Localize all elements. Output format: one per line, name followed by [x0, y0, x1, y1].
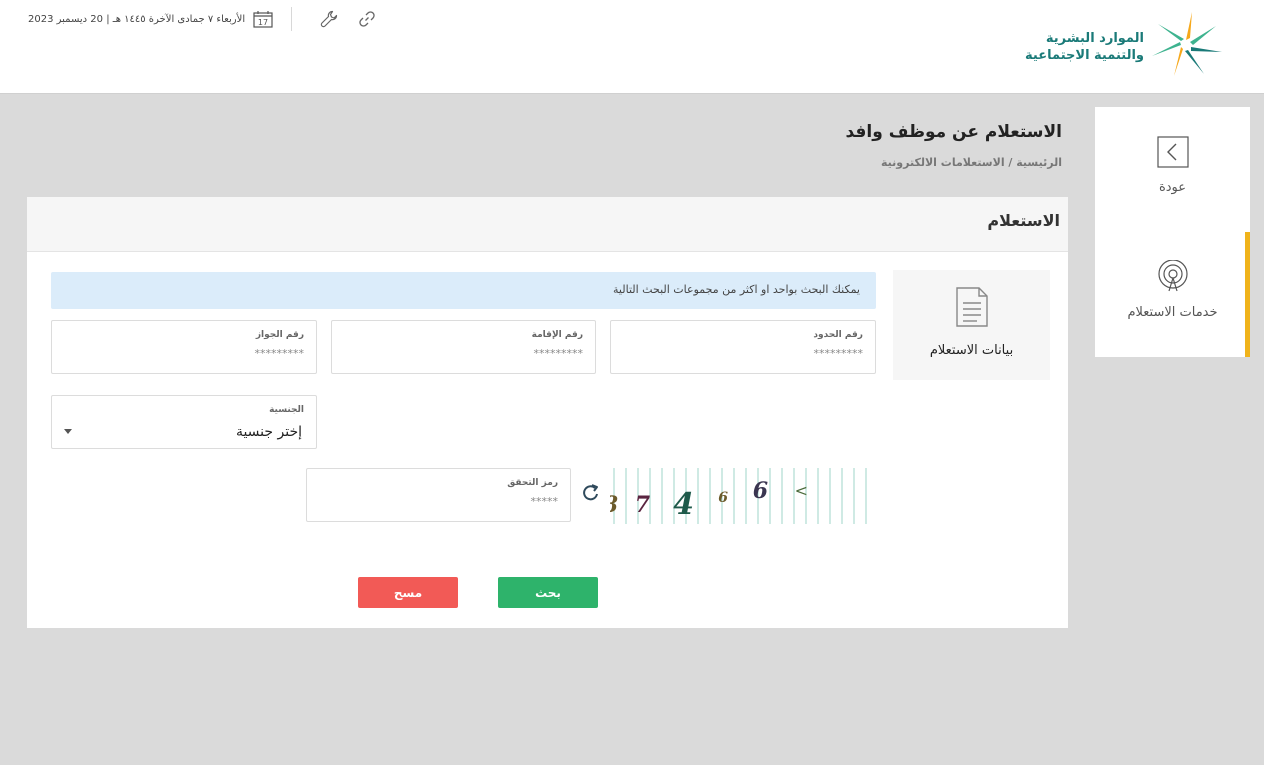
captcha-char: 4 — [673, 487, 694, 522]
card-title: الاستعلام — [987, 211, 1060, 230]
border-number-input[interactable] — [643, 347, 863, 360]
back-label: عودة — [1158, 180, 1187, 195]
nationality-label: الجنسية — [269, 405, 304, 415]
logo-line-2: والتنمية الاجتماعية — [1025, 48, 1144, 63]
document-icon — [956, 287, 988, 327]
captcha-char: > — [795, 481, 808, 500]
wrench-icon[interactable] — [320, 10, 338, 28]
notice-text: يمكنك البحث بواحد او اكثر من مجموعات الب… — [613, 283, 860, 296]
passport-number-field[interactable]: رقم الجواز — [51, 320, 317, 374]
captcha-char: 6 — [753, 478, 768, 504]
captcha-graphic: 8 7 4 6 6 > — [602, 468, 876, 524]
clear-button[interactable]: مسح — [358, 577, 458, 608]
inquiry-card: الاستعلام بيانات الاستعلام يمكنك البحث ب… — [27, 197, 1068, 628]
nationality-select[interactable]: الجنسية إختر جنسية — [51, 395, 317, 449]
logo-line-1: الموارد البشرية — [1045, 31, 1144, 46]
sidebar-item-inquiry-services[interactable]: خدمات الاستعلام — [1095, 232, 1250, 357]
captcha-char: 8 — [610, 492, 618, 518]
passport-number-input[interactable] — [84, 347, 304, 360]
logo-star-icon — [1152, 12, 1222, 76]
card-header: الاستعلام — [27, 197, 1068, 252]
services-label: خدمات الاستعلام — [1127, 305, 1218, 320]
inquiry-data-tab[interactable]: بيانات الاستعلام — [893, 270, 1050, 380]
iqama-number-field[interactable]: رقم الإقامة — [331, 320, 596, 374]
captcha-label: رمز التحقق — [507, 478, 558, 488]
chevron-left-icon — [1157, 136, 1189, 168]
calendar-icon: 17 — [253, 11, 273, 28]
top-header: الموارد البشرية والتنمية الاجتماعية الأر… — [0, 0, 1264, 94]
captcha-char: 6 — [718, 490, 728, 506]
broadcast-icon — [1158, 260, 1188, 292]
current-date: الأربعاء ٧ جمادى الآخرة ١٤٤٥ هـ | 20 ديس… — [28, 13, 246, 25]
side-panel: عودة خدمات الاستعلام — [1095, 107, 1250, 357]
border-number-field[interactable]: رقم الحدود — [610, 320, 876, 374]
link-icon[interactable] — [358, 10, 376, 28]
logo-text: الموارد البشرية والتنمية الاجتماعية — [1025, 30, 1144, 64]
caret-down-icon — [64, 429, 72, 434]
captcha-image: 8 7 4 6 6 > — [602, 468, 876, 524]
captcha-input[interactable] — [338, 495, 558, 508]
search-button[interactable]: بحث — [498, 577, 598, 608]
ministry-logo[interactable]: الموارد البشرية والتنمية الاجتماعية — [986, 10, 1226, 78]
border-number-label: رقم الحدود — [813, 330, 863, 340]
info-notice: يمكنك البحث بواحد او اكثر من مجموعات الب… — [51, 272, 876, 309]
back-button[interactable]: عودة — [1095, 107, 1250, 232]
active-indicator — [1245, 232, 1250, 357]
page-title: الاستعلام عن موظف وافد — [845, 122, 1062, 142]
calendar-day: 17 — [258, 18, 268, 27]
refresh-icon[interactable] — [581, 482, 601, 504]
iqama-number-label: رقم الإقامة — [531, 330, 583, 340]
iqama-number-input[interactable] — [363, 347, 583, 360]
breadcrumb[interactable]: الرئيسية / الاستعلامات الالكترونية — [881, 156, 1062, 169]
inquiry-data-label: بيانات الاستعلام — [929, 343, 1014, 358]
passport-number-label: رقم الجواز — [255, 330, 304, 340]
nationality-value: إختر جنسية — [235, 424, 302, 440]
captcha-field[interactable]: رمز التحقق — [306, 468, 571, 522]
header-tools: الأربعاء ٧ جمادى الآخرة ١٤٤٥ هـ | 20 ديس… — [28, 6, 386, 32]
captcha-char: 7 — [635, 492, 651, 518]
header-divider — [291, 7, 293, 31]
